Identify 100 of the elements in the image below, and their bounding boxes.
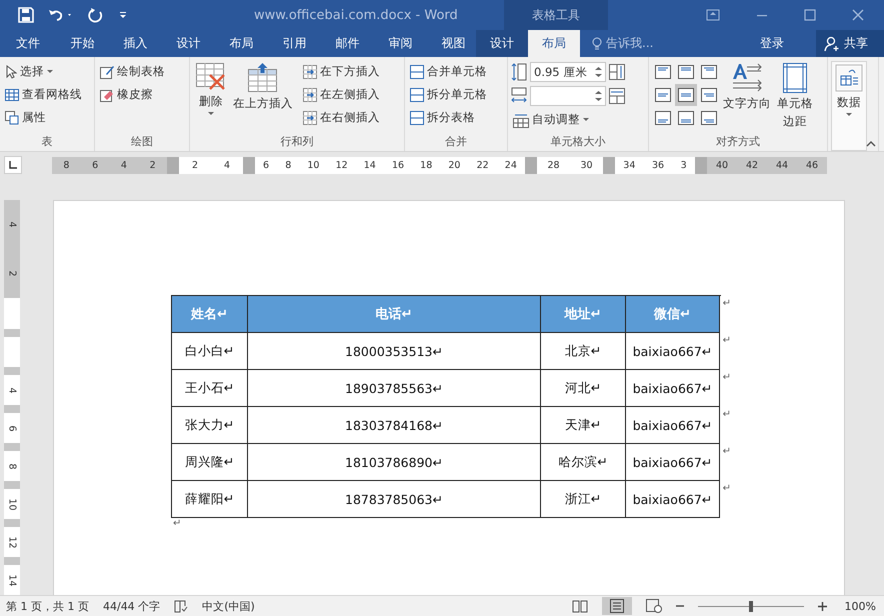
group-label: 对齐方式 [715, 134, 761, 150]
spinner-icon[interactable] [595, 90, 602, 102]
height-field[interactable]: 0.95 厘米 [530, 62, 606, 82]
insert-above-button[interactable]: 在上方插入 [231, 61, 295, 134]
menu-tab[interactable]: 开始 [56, 30, 109, 57]
zoom-in-icon[interactable] [818, 602, 827, 610]
paragraph-mark: ↵ [722, 483, 731, 494]
row-height-icon [511, 63, 527, 81]
cells-icon [410, 110, 424, 124]
table-cell: 张大力↵ [172, 407, 248, 444]
autofit-button[interactable]: 自动调整 [511, 109, 645, 130]
undo-icon[interactable] [48, 7, 74, 23]
sign-in-link[interactable]: 登录 [760, 35, 784, 52]
paragraph-mark: ↵ [722, 446, 731, 457]
table-cell: baixiao667↵ [626, 444, 720, 481]
view-gridlines-button[interactable]: 查看网格线 [3, 84, 91, 105]
horizontal-ruler: 8 6 4 2 2 4 6 8 10 12 14 16 18 20 22 24 28 30 34 36 3 40 42 44 46 [52, 156, 827, 174]
align-icon [701, 88, 717, 102]
table-cell: 18903785563↵ [248, 370, 541, 407]
page-icon [610, 599, 624, 613]
properties-button[interactable]: 属性 [3, 107, 91, 128]
data-button[interactable]: 数据 [831, 61, 867, 151]
menu-tab[interactable]: 插入 [109, 30, 162, 57]
table-cell: 18000353513↵ [248, 333, 541, 370]
merge-split-button[interactable]: 拆分单元格 [408, 84, 504, 105]
table-insert-icon [303, 64, 317, 78]
align-icon [701, 65, 717, 79]
table-cell: baixiao667↵ [626, 370, 720, 407]
menu-tab[interactable]: 审阅 [374, 30, 427, 57]
menu-tab[interactable]: 布局 [215, 30, 268, 57]
zoom-level[interactable]: 100% [844, 600, 876, 612]
zoom-slider[interactable] [698, 600, 804, 612]
left-tab-icon [9, 161, 17, 169]
print-layout-button[interactable] [602, 597, 632, 615]
group-label: 合并 [444, 134, 468, 150]
redo-icon[interactable] [88, 7, 104, 23]
merge-split-button[interactable]: 拆分表格 [408, 107, 504, 128]
lightbulb-icon [592, 36, 602, 50]
insert-button[interactable]: 在右侧插入 [301, 107, 382, 128]
group-label: 行和列 [280, 134, 314, 150]
tab-selector[interactable] [4, 156, 22, 174]
dropdown-icon [47, 70, 53, 74]
menu-tab[interactable]: 引用 [268, 30, 321, 57]
table-cell: 浙江↵ [541, 481, 626, 518]
menu-tab[interactable]: 布局 [528, 30, 580, 57]
header-cell: 地址↵ [541, 296, 626, 333]
word-count[interactable]: 44/44 个字 [102, 598, 160, 614]
ribbon-display-icon[interactable] [706, 9, 720, 21]
paragraph-mark: ↵ [722, 409, 731, 420]
align-icon [678, 65, 694, 79]
table-cell: 北京↵ [541, 333, 626, 370]
tell-me-field[interactable]: 告诉我... [592, 30, 752, 57]
delete-button[interactable]: 删除 [193, 61, 229, 134]
customize-icon[interactable] [118, 10, 128, 20]
person-add-icon [824, 36, 840, 52]
table-cell: 薛耀阳↵ [172, 481, 248, 518]
insert-button[interactable]: 在下方插入 [301, 61, 382, 82]
collapse-ribbon-icon[interactable] [866, 141, 876, 147]
share-button[interactable]: 共享 [816, 30, 884, 57]
spinner-icon[interactable] [595, 66, 602, 78]
align-icon [655, 111, 671, 125]
save-icon[interactable] [18, 7, 34, 23]
text-direction-button[interactable]: 文字方向 [722, 61, 772, 134]
distribute-rows-icon[interactable] [609, 64, 625, 80]
eraser-button[interactable]: 橡皮擦 [98, 84, 186, 105]
paragraph-mark: ↵ [722, 372, 731, 383]
table-properties-icon [5, 110, 19, 124]
read-mode-icon[interactable] [572, 600, 588, 612]
align-icon [655, 65, 671, 79]
draw-table-button[interactable]: 绘制表格 [98, 61, 186, 82]
language-status[interactable]: 中文(中国) [202, 598, 255, 614]
align-button[interactable] [675, 84, 697, 106]
close-icon[interactable] [852, 9, 864, 21]
zoom-slider-thumb[interactable] [748, 601, 753, 612]
table-cell: 白小白↵ [172, 333, 248, 370]
group-label: 表 [40, 134, 54, 150]
cell-margins-button[interactable]: 单元格 边距 [774, 61, 816, 134]
column-width-icon [511, 87, 527, 105]
group-label: 绘图 [130, 134, 154, 150]
table-cell: 天津↵ [541, 407, 626, 444]
menu-tab[interactable]: 邮件 [321, 30, 374, 57]
header-cell: 姓名↵ [172, 296, 248, 333]
table-insert-icon [303, 110, 317, 124]
table-cell: baixiao667↵ [626, 333, 720, 370]
web-layout-icon[interactable] [646, 599, 662, 613]
merge-split-button[interactable]: 合并单元格 [408, 61, 504, 82]
proofing-icon[interactable] [174, 600, 188, 612]
insert-button[interactable]: 在左侧插入 [301, 84, 382, 105]
distribute-columns-icon[interactable] [609, 88, 625, 104]
maximize-icon[interactable] [804, 9, 816, 21]
menu-tab[interactable]: 文件 [0, 30, 56, 57]
width-field[interactable] [530, 86, 606, 106]
cells-icon [410, 88, 424, 102]
paragraph-mark: ↵ [722, 335, 731, 346]
dropdown-icon [208, 112, 214, 116]
align-icon [701, 111, 717, 125]
select-button[interactable]: 选择 [3, 61, 91, 82]
menu-tab[interactable]: 设计 [162, 30, 215, 57]
page-count[interactable]: 第 1 页，共 1 页 [6, 598, 89, 614]
align-icon [678, 88, 694, 102]
